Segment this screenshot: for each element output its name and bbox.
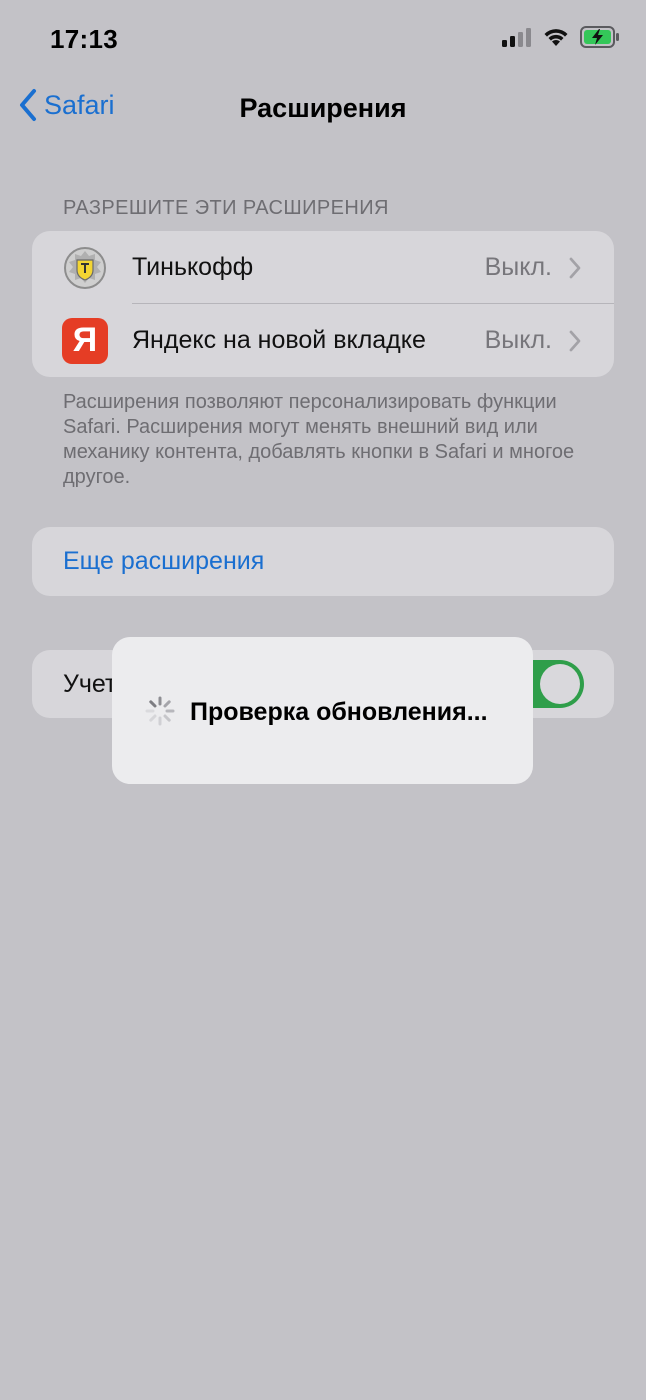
signal-icon [502,28,531,47]
page-title: Расширения [239,93,407,123]
chevron-right-icon [569,330,581,351]
more-extensions-cell[interactable]: Еще расширения [32,527,614,596]
activity-spinner-icon [145,696,175,726]
sync-toggle-label: Учет [63,670,117,698]
tinkoff-logo-icon [62,244,108,291]
hud-message: Проверка обновления... [190,698,488,726]
wifi-icon [544,29,568,46]
extension-status: Выкл. [484,253,552,281]
extension-label: Яндекс на новой вкладке [132,326,426,354]
yandex-logo-icon: Я [62,317,108,364]
more-extensions-link[interactable]: Еще расширения [63,547,264,576]
chevron-right-icon [569,257,581,278]
extensions-section-header: РАЗРЕШИТЕ ЭТИ РАСШИРЕНИЯ [63,197,389,219]
toggle-knob [540,664,580,704]
extensions-list: Тинькофф Выкл. Я Яндекс на новой вкладке… [32,231,614,377]
loading-hud: Проверка обновления... [112,637,533,784]
extension-row-tinkoff[interactable]: Тинькофф Выкл. [32,231,614,304]
status-icons [502,26,620,48]
extension-status: Выкл. [484,326,552,354]
extension-label: Тинькофф [132,253,254,281]
extensions-footer-note: Расширения позволяют персонализировать ф… [63,391,575,488]
status-time: 17:13 [50,24,118,54]
extension-row-yandex[interactable]: Я Яндекс на новой вкладке Выкл. [32,304,614,377]
settings-extensions-screen: 17:13 Safari Расширения РАЗРЕШИТЕ ЭТИ РА… [0,0,646,1400]
battery-charging-icon [580,26,619,48]
